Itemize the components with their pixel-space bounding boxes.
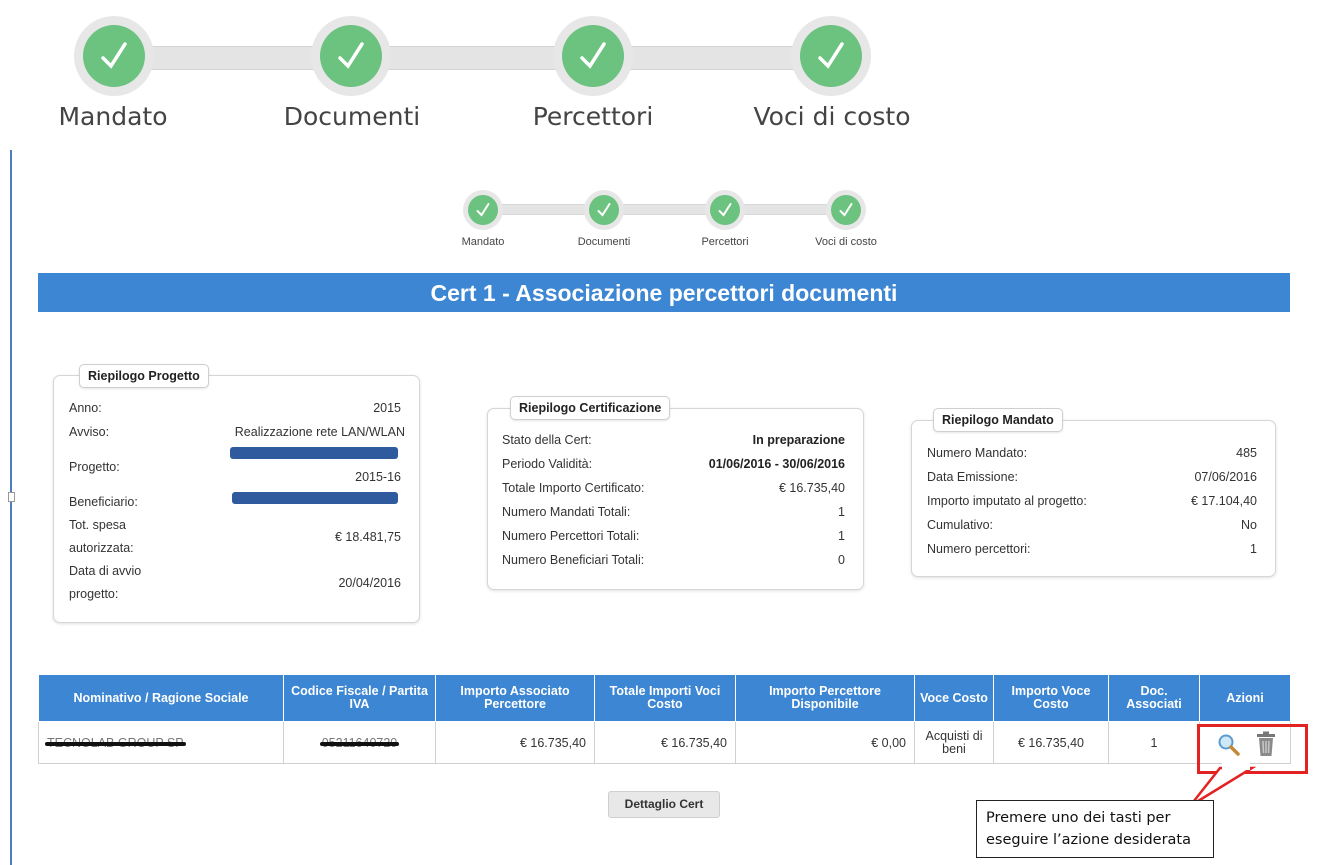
spesa-label: Tot. spesa xyxy=(69,518,126,532)
step-label-mandato: Mandato xyxy=(58,102,168,131)
step-label-voci-di-costo: Voci di costo xyxy=(753,102,911,131)
left-border xyxy=(10,150,12,865)
check-icon xyxy=(718,203,732,217)
voce-costo-cell: Acquisti di beni xyxy=(914,721,994,764)
dettaglio-cert-button[interactable]: Dettaglio Cert xyxy=(608,791,720,818)
check-icon xyxy=(101,42,127,69)
column-header[interactable]: Voce Costo xyxy=(914,674,994,722)
step-percettori xyxy=(553,16,633,96)
importo-associato-cell: € 16.735,40 xyxy=(435,721,595,764)
table-row: TECNOLAB GROUP SP 05211640720 € 16.735,4… xyxy=(38,721,1291,764)
nominativo-value: TECNOLAB GROUP SP xyxy=(45,735,186,750)
avvio-label: Data di avvio xyxy=(69,564,142,578)
mandato-label: Importo imputato al progetto: xyxy=(927,494,1087,508)
avviso-label: Avviso: xyxy=(69,425,110,439)
beneficiario-label: Beneficiario: xyxy=(69,495,138,509)
mandato-value: 1 xyxy=(1250,542,1257,556)
mini-step-label: Mandato xyxy=(461,236,505,248)
mini-step-documenti xyxy=(584,190,624,230)
redaction-bar xyxy=(230,447,398,459)
cert-label: Numero Percettori Totali: xyxy=(502,529,640,543)
cert-value: 1 xyxy=(838,529,845,543)
resize-handle xyxy=(8,492,15,502)
cert-label: Numero Mandati Totali: xyxy=(502,505,631,519)
step-label-documenti: Documenti xyxy=(283,102,421,131)
mini-step-percettori xyxy=(705,190,745,230)
progetto-value: 2015-16 xyxy=(355,470,401,484)
stepper-track xyxy=(115,46,835,70)
step-voci-di-costo xyxy=(791,16,871,96)
cert-value: € 16.735,40 xyxy=(778,481,845,495)
cert-label: Periodo Validità: xyxy=(502,457,593,471)
column-header[interactable]: Importo Associato Percettore xyxy=(435,674,595,722)
check-icon xyxy=(818,42,844,69)
step-label-percettori: Percettori xyxy=(532,102,654,131)
cert-value: 0 xyxy=(838,553,845,567)
totale-importi-cell: € 16.735,40 xyxy=(594,721,736,764)
column-header[interactable]: Doc. Associati xyxy=(1108,674,1200,722)
mandato-label: Cumulativo: xyxy=(927,518,993,532)
mini-step-label: Documenti xyxy=(577,236,631,248)
doc-associati-cell: 1 xyxy=(1108,721,1200,764)
callout-note: Premere uno dei tasti per eseguire l’azi… xyxy=(976,800,1214,858)
column-header[interactable]: Codice Fiscale / Partita IVA xyxy=(283,674,436,722)
mini-step-label: Voci di costo xyxy=(815,236,877,248)
cert-value: In preparazione xyxy=(752,433,845,447)
callout-line: Premere uno dei tasti per xyxy=(986,810,1171,826)
mandato-value: € 17.104,40 xyxy=(1190,494,1257,508)
page-title: Cert 1 - Associazione percettori documen… xyxy=(38,273,1290,312)
codice-fiscale-value: 05211640720 xyxy=(319,735,399,750)
table-header-row: Nominativo / Ragione Sociale Codice Fisc… xyxy=(38,674,1291,722)
step-documenti xyxy=(311,16,391,96)
importo-disponibile-cell: € 0,00 xyxy=(735,721,915,764)
check-icon xyxy=(338,42,364,69)
avvio-value: 20/04/2016 xyxy=(338,576,401,590)
percettori-table: Nominativo / Ragione Sociale Codice Fisc… xyxy=(38,674,1291,764)
anno-value: 2015 xyxy=(373,401,401,415)
redaction-bar xyxy=(232,492,398,504)
riepilogo-certificazione-title: Riepilogo Certificazione xyxy=(510,396,671,420)
cert-label: Totale Importo Certificato: xyxy=(502,481,645,495)
cert-value: 1 xyxy=(838,505,845,519)
codice-fiscale-cell: 05211640720 xyxy=(283,721,436,764)
check-icon xyxy=(597,203,611,217)
progetto-label: Progetto: xyxy=(69,460,120,474)
check-icon xyxy=(839,203,853,217)
cert-label: Stato della Cert: xyxy=(502,433,592,447)
mandato-value: No xyxy=(1241,518,1257,532)
riepilogo-progetto-title: Riepilogo Progetto xyxy=(79,364,209,388)
check-icon xyxy=(476,203,490,217)
mini-step-label: Percettori xyxy=(701,236,749,248)
avviso-value: Realizzazione rete LAN/WLAN xyxy=(234,425,405,439)
mini-stepper-track xyxy=(480,204,846,215)
avvio-label: progetto: xyxy=(69,587,119,601)
anno-label: Anno: xyxy=(69,401,102,415)
nominativo-cell: TECNOLAB GROUP SP xyxy=(38,721,284,764)
mini-step-mandato xyxy=(463,190,503,230)
riepilogo-mandato-title: Riepilogo Mandato xyxy=(933,408,1063,432)
cert-label: Numero Beneficiari Totali: xyxy=(502,553,645,567)
column-header[interactable]: Nominativo / Ragione Sociale xyxy=(38,674,284,722)
mandato-value: 485 xyxy=(1236,446,1257,460)
column-header[interactable]: Importo Voce Costo xyxy=(993,674,1109,722)
check-icon xyxy=(580,42,606,69)
column-header[interactable]: Totale Importi Voci Costo xyxy=(594,674,736,722)
column-header: Azioni xyxy=(1199,674,1291,722)
column-header[interactable]: Importo Percettore Disponibile xyxy=(735,674,915,722)
cert-value: 01/06/2016 - 30/06/2016 xyxy=(708,457,845,471)
spesa-label: autorizzata: xyxy=(69,541,134,555)
mandato-label: Numero Mandato: xyxy=(927,446,1028,460)
importo-voce-cell: € 16.735,40 xyxy=(993,721,1109,764)
mandato-label: Numero percettori: xyxy=(927,542,1031,556)
mandato-value: 07/06/2016 xyxy=(1194,470,1257,484)
step-mandato xyxy=(74,16,154,96)
mini-step-voci-di-costo xyxy=(826,190,866,230)
callout-line: eseguire l’azione desiderata xyxy=(986,832,1191,848)
spesa-value: € 18.481,75 xyxy=(334,530,401,544)
mandato-label: Data Emissione: xyxy=(927,470,1019,484)
